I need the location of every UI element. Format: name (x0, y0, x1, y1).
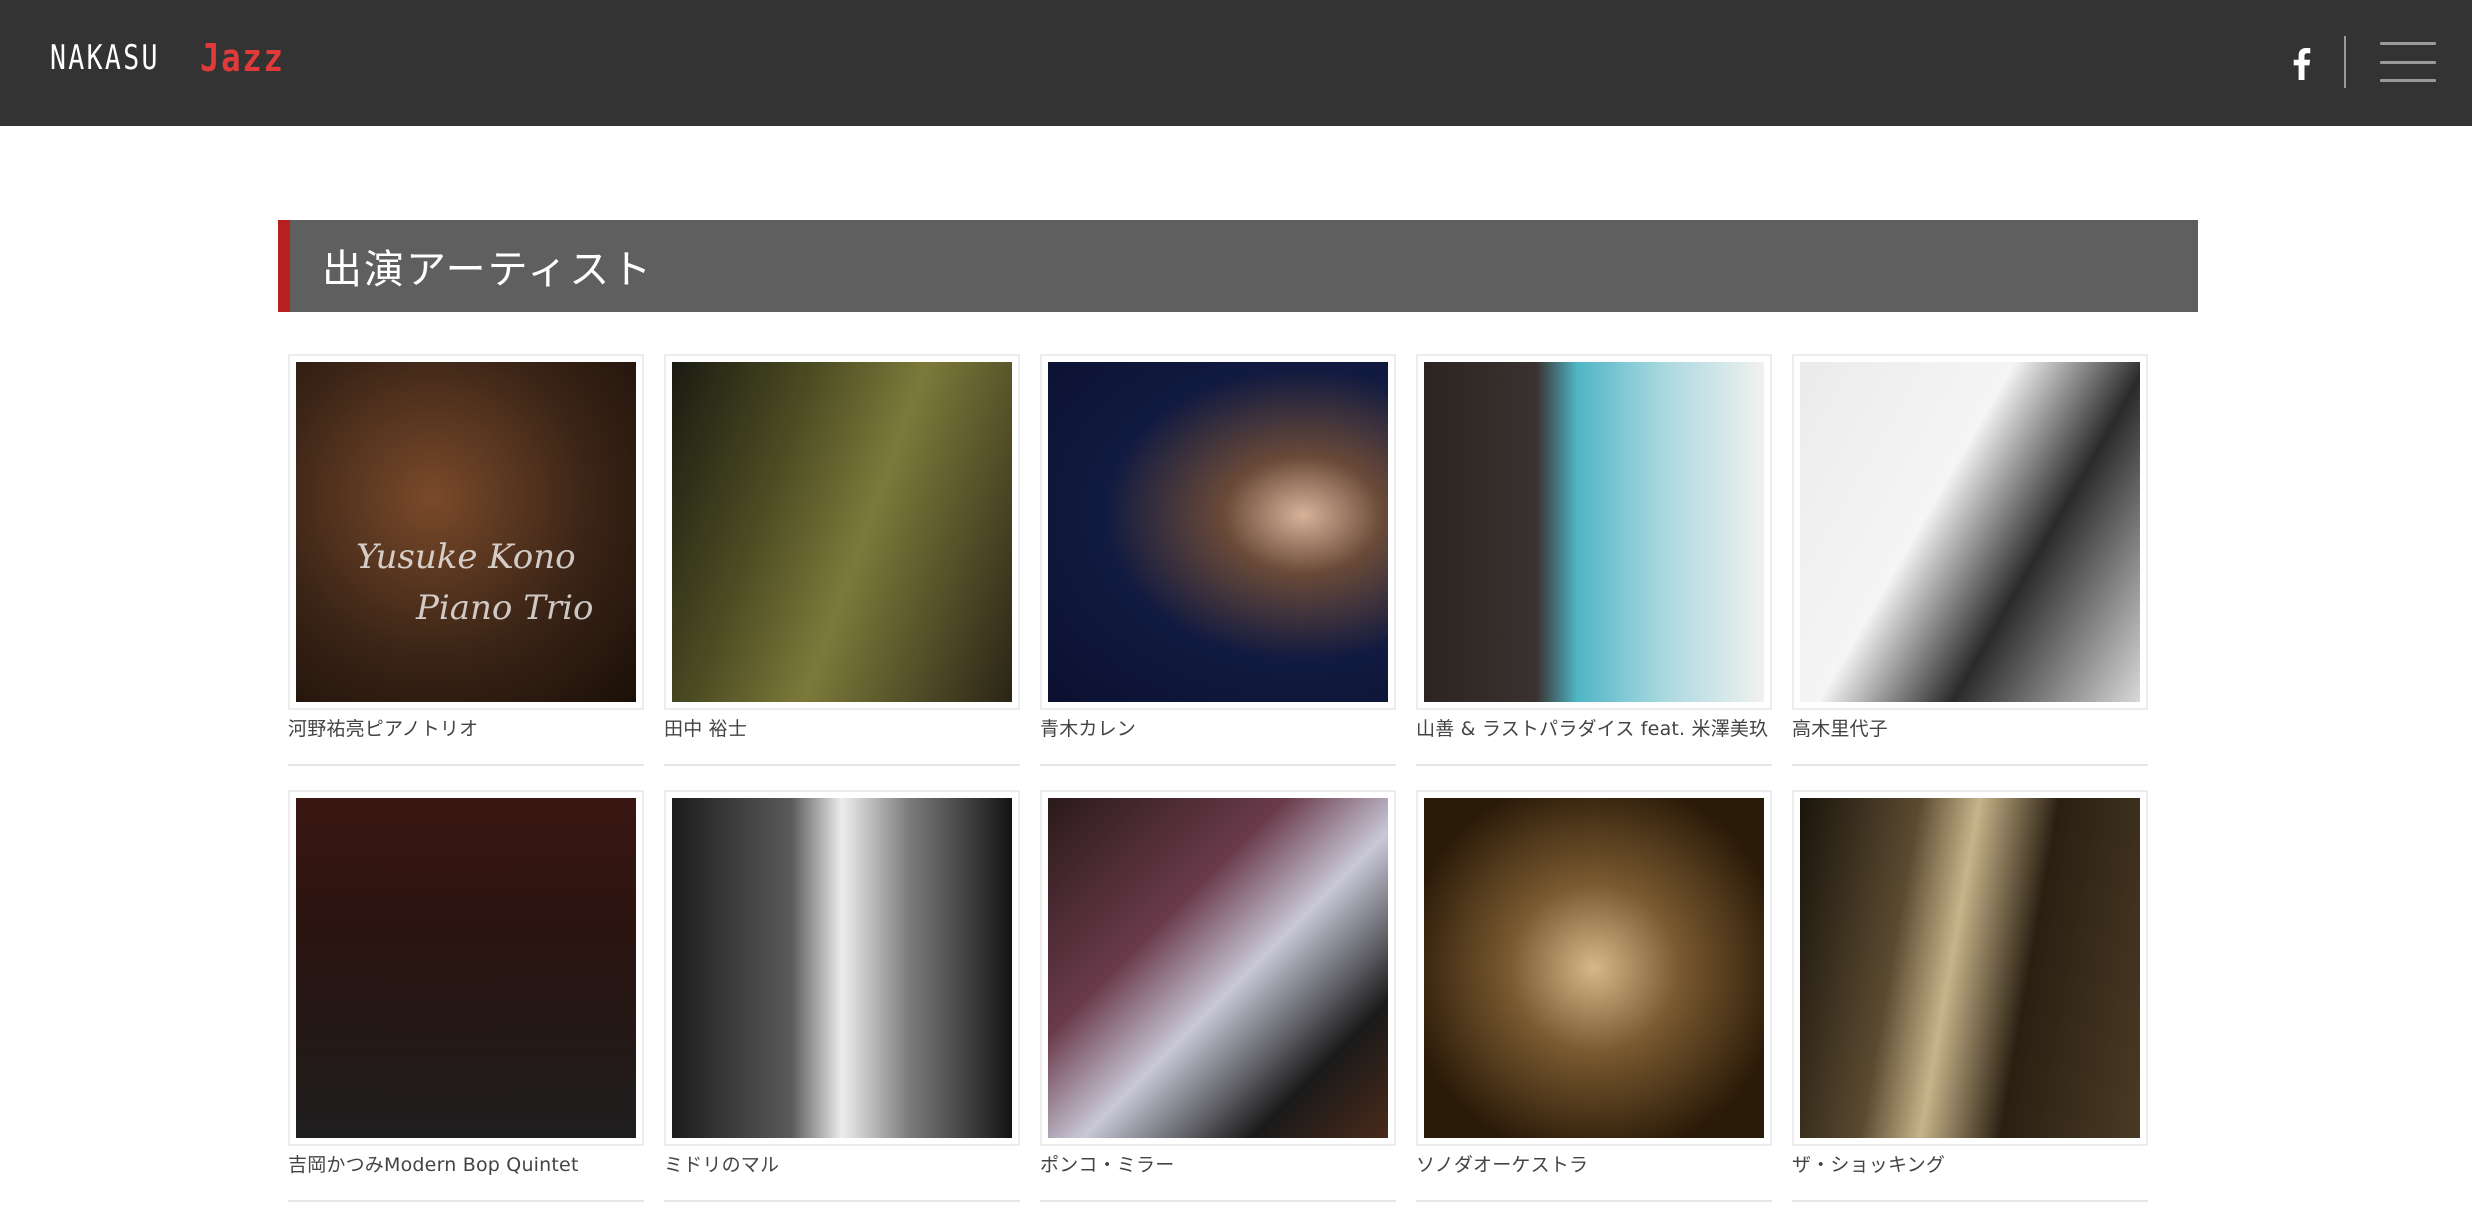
artist-photo (672, 362, 1012, 702)
facebook-icon (2293, 48, 2311, 80)
artist-card[interactable]: 山善 & ラストパラダイス feat. 米澤美玖 (1416, 354, 1772, 766)
artist-card[interactable]: ザ・ショッキング (1792, 790, 2148, 1202)
menu-line-icon (2380, 79, 2436, 82)
artist-photo-frame (1040, 790, 1396, 1146)
section-title: 出演アーティスト (322, 247, 654, 293)
artist-photo-frame (288, 790, 644, 1146)
photo-overlay-line: Piano Trio (416, 588, 594, 628)
artist-name[interactable]: 高木里代子 (1792, 714, 1888, 741)
artist-card[interactable]: 田中 裕士 (664, 354, 1020, 766)
artist-card[interactable]: 吉岡かつみModern Bop Quintet (288, 790, 644, 1202)
artist-photo: Yusuke Kono Piano Trio (296, 362, 636, 702)
artist-name[interactable]: 山善 & ラストパラダイス feat. 米澤美玖 (1416, 714, 1768, 741)
artist-photo (1800, 362, 2140, 702)
artist-photo-frame (664, 354, 1020, 710)
artist-photo-frame (1040, 354, 1396, 710)
artist-photo-frame (1416, 354, 1772, 710)
artist-photo-frame (1416, 790, 1772, 1146)
artist-name[interactable]: 吉岡かつみModern Bop Quintet (288, 1150, 579, 1177)
section-heading: 出演アーティスト (278, 220, 2198, 312)
artist-name[interactable]: 青木カレン (1040, 714, 1136, 741)
artist-photo-frame (664, 790, 1020, 1146)
header-divider (2344, 36, 2346, 88)
facebook-link[interactable] (2284, 44, 2320, 84)
artist-name[interactable]: 河野祐亮ピアノトリオ (288, 714, 478, 741)
logo-jazz-text: Jazz (200, 36, 285, 80)
artist-photo (672, 798, 1012, 1138)
site-header: NAKASU Jazz (0, 0, 2472, 126)
artist-card[interactable]: 高木里代子 (1792, 354, 2148, 766)
artist-name[interactable]: ザ・ショッキング (1792, 1150, 1945, 1177)
artist-name[interactable]: ミドリのマル (664, 1150, 779, 1177)
artist-name[interactable]: 田中 裕士 (664, 714, 747, 741)
artist-photo (1424, 362, 1764, 702)
artist-name[interactable]: ポンコ・ミラー (1040, 1150, 1174, 1177)
artist-photo-frame (1792, 354, 2148, 710)
menu-line-icon (2380, 42, 2436, 45)
artist-photo (1048, 798, 1388, 1138)
artist-photo (1800, 798, 2140, 1138)
photo-overlay-text: Yusuke Kono Piano Trio (356, 532, 593, 634)
artist-photo-frame (1792, 790, 2148, 1146)
artist-card[interactable]: ミドリのマル (664, 790, 1020, 1202)
artist-photo (1424, 798, 1764, 1138)
artist-card[interactable]: Yusuke Kono Piano Trio 河野祐亮ピアノトリオ (288, 354, 644, 766)
photo-overlay-line: Yusuke Kono (356, 537, 576, 577)
artist-photo-frame: Yusuke Kono Piano Trio (288, 354, 644, 710)
menu-line-icon (2380, 60, 2436, 64)
artist-card[interactable]: ポンコ・ミラー (1040, 790, 1396, 1202)
artist-card[interactable]: 青木カレン (1040, 354, 1396, 766)
logo-nakasu-text: NAKASU (50, 38, 160, 78)
artist-name[interactable]: ソノダオーケストラ (1416, 1150, 1588, 1177)
hamburger-menu-button[interactable] (2380, 40, 2436, 84)
site-logo[interactable]: NAKASU Jazz (50, 36, 300, 80)
artist-card[interactable]: ソノダオーケストラ (1416, 790, 1772, 1202)
artist-photo (1048, 362, 1388, 702)
artist-photo (296, 798, 636, 1138)
